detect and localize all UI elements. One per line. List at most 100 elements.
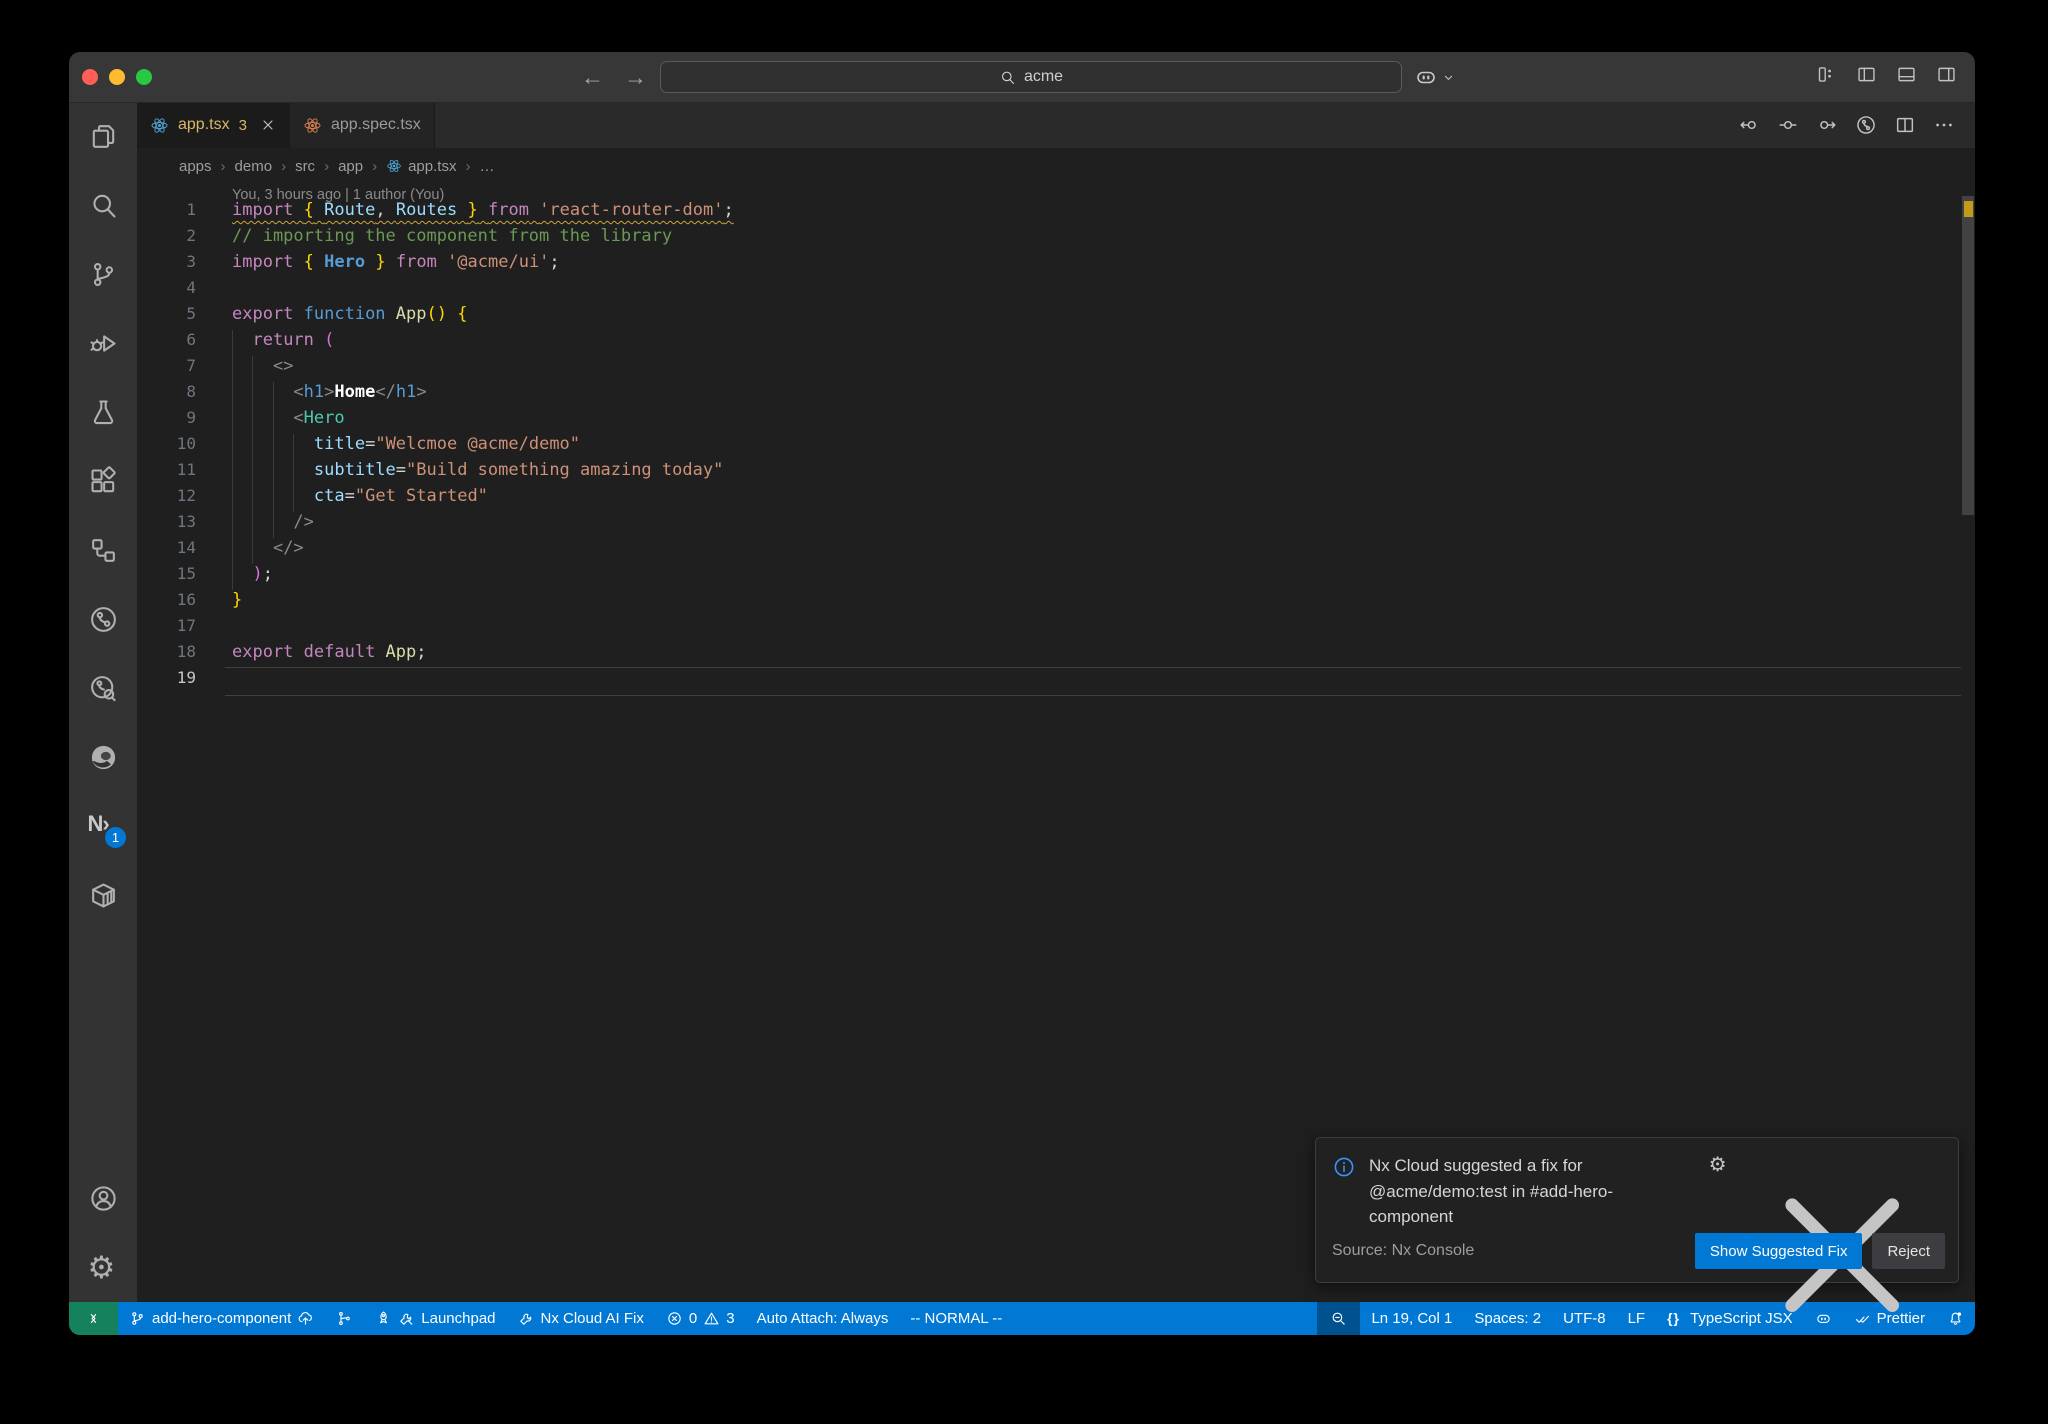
code-line-1: import { Route, Routes } from 'react-rou… bbox=[232, 200, 734, 220]
problems-badge: 3 bbox=[238, 116, 247, 134]
activity-edge-devtools[interactable] bbox=[69, 723, 137, 792]
chevron-right-icon: › bbox=[324, 157, 330, 175]
previous-change-button[interactable] bbox=[1738, 114, 1760, 136]
panel-left-icon bbox=[1856, 64, 1877, 85]
breadcrumb-item-apps[interactable]: apps bbox=[179, 158, 212, 175]
indent-guide bbox=[232, 330, 233, 356]
statusbar-nx-cloud-ai-fix[interactable]: Nx Cloud AI Fix bbox=[507, 1302, 655, 1335]
tools-icon bbox=[398, 1310, 415, 1327]
activity-gitlens-inspect[interactable] bbox=[69, 654, 137, 723]
tab-app.tsx[interactable]: app.tsx 3 bbox=[137, 102, 290, 148]
breadcrumb-item-demo[interactable]: demo bbox=[235, 158, 273, 175]
line-number-13: 13 bbox=[176, 512, 196, 531]
line-number-16: 16 bbox=[176, 590, 196, 609]
indent-guide bbox=[232, 408, 233, 434]
toggle-panel-button[interactable] bbox=[1896, 64, 1917, 90]
scrollbar-slider[interactable] bbox=[1962, 196, 1974, 515]
indent-guide bbox=[232, 382, 233, 408]
indent-guide bbox=[293, 434, 295, 460]
cloud-upload-icon bbox=[297, 1310, 314, 1327]
activity-gitlens[interactable] bbox=[69, 585, 137, 654]
statusbar-commit-graph[interactable] bbox=[325, 1302, 364, 1335]
gear-icon: ⚙ bbox=[87, 1250, 116, 1285]
gitlens-graph-button[interactable] bbox=[1855, 114, 1877, 136]
chevron-down-icon[interactable] bbox=[1441, 70, 1456, 85]
code-line-8: <h1>Home</h1> bbox=[232, 382, 427, 408]
gitlens-search-icon bbox=[88, 673, 119, 704]
indent-guide bbox=[272, 382, 274, 408]
indent-guide bbox=[232, 512, 233, 538]
indent-guide bbox=[252, 486, 254, 512]
split-editor-button[interactable] bbox=[1894, 114, 1916, 136]
code-line-14: </> bbox=[232, 538, 304, 564]
activity-testing[interactable] bbox=[69, 378, 137, 447]
activity-explorer[interactable] bbox=[69, 102, 137, 171]
error-icon bbox=[666, 1310, 683, 1327]
command-center-search[interactable]: acme bbox=[660, 61, 1402, 93]
activity-remote-explorer[interactable] bbox=[69, 516, 137, 585]
account-icon bbox=[88, 1183, 119, 1214]
code-editor[interactable]: You, 3 hours ago | 1 author (You) 1 impor… bbox=[137, 184, 1961, 1302]
tab-app.spec.tsx[interactable]: app.spec.tsx bbox=[289, 102, 435, 148]
next-change-button[interactable] bbox=[1816, 114, 1838, 136]
activity-nx-console[interactable]: N› 1 bbox=[69, 792, 137, 861]
indent-guide bbox=[293, 486, 295, 512]
statusbar-remote-indicator[interactable] bbox=[69, 1302, 118, 1335]
extensions-icon bbox=[88, 466, 119, 497]
copilot-icon[interactable] bbox=[1414, 65, 1438, 89]
activity-accounts[interactable] bbox=[69, 1164, 137, 1233]
statusbar-problems[interactable]: 03 bbox=[655, 1302, 746, 1335]
reject-button[interactable]: Reject bbox=[1872, 1233, 1945, 1269]
line-number-9: 9 bbox=[186, 408, 196, 427]
branch-icon bbox=[88, 259, 119, 290]
activity-bar: N› 1 ⚙ bbox=[69, 102, 137, 1302]
code-line-7: <> bbox=[232, 356, 293, 382]
toggle-primary-sidebar-button[interactable] bbox=[1856, 64, 1877, 90]
notification-source: Source: Nx Console bbox=[1332, 1242, 1475, 1259]
navigate-back-button[interactable]: ← bbox=[581, 64, 604, 91]
activity-extensions[interactable] bbox=[69, 447, 137, 516]
activity-source-control[interactable] bbox=[69, 240, 137, 309]
notification-settings-gear-icon[interactable]: ⚙ bbox=[1709, 1155, 1727, 1175]
activity-run-and-debug[interactable] bbox=[69, 309, 137, 378]
panel-bottom-icon bbox=[1896, 64, 1917, 85]
editor-scrollbar[interactable] bbox=[1961, 184, 1975, 1302]
code-line-13: /> bbox=[232, 512, 314, 538]
statusbar-text: Launchpad bbox=[421, 1310, 496, 1327]
line-number-8: 8 bbox=[186, 382, 196, 401]
code-line-15: ); bbox=[232, 564, 273, 590]
statusbar-auto-attach[interactable]: Auto Attach: Always bbox=[746, 1302, 900, 1335]
breadcrumb-item-app[interactable]: app bbox=[338, 158, 363, 175]
tab-label: app.spec.tsx bbox=[330, 116, 421, 133]
breadcrumb-item-src[interactable]: src bbox=[295, 158, 315, 175]
statusbar-vim-mode[interactable]: -- NORMAL -- bbox=[899, 1302, 1013, 1335]
indent-guide bbox=[252, 434, 254, 460]
customize-layout-button[interactable] bbox=[1816, 64, 1837, 90]
react-icon bbox=[386, 158, 402, 174]
graph-icon bbox=[336, 1310, 353, 1327]
debug-icon bbox=[88, 328, 119, 359]
close-tab-icon[interactable] bbox=[260, 117, 276, 133]
activity-settings[interactable]: ⚙ bbox=[69, 1233, 137, 1302]
zoom-window-button[interactable] bbox=[136, 69, 152, 85]
breadcrumb-item-…[interactable]: … bbox=[479, 158, 494, 175]
statusbar-gitlens-launchpad[interactable]: Launchpad bbox=[364, 1302, 506, 1335]
show-suggested-fix-button[interactable]: Show Suggested Fix bbox=[1694, 1233, 1863, 1269]
code-line-16: } bbox=[232, 590, 243, 610]
panel-right-icon bbox=[1936, 64, 1957, 85]
indent-guide bbox=[272, 408, 274, 434]
statusbar-text: Nx Cloud AI Fix bbox=[540, 1310, 644, 1327]
activity-search[interactable] bbox=[69, 171, 137, 240]
statusbar-git-branch[interactable]: add-hero-component bbox=[118, 1302, 325, 1335]
activity-containers[interactable] bbox=[69, 861, 137, 930]
line-number-17: 17 bbox=[176, 616, 196, 635]
breadcrumb-item-app.tsx[interactable]: app.tsx bbox=[386, 158, 456, 175]
react-icon bbox=[150, 116, 169, 135]
minimize-window-button[interactable] bbox=[109, 69, 125, 85]
current-change-button[interactable] bbox=[1777, 114, 1799, 136]
toggle-secondary-sidebar-button[interactable] bbox=[1936, 64, 1957, 90]
more-actions-button[interactable] bbox=[1933, 114, 1955, 136]
line-number-12: 12 bbox=[176, 486, 196, 505]
close-window-button[interactable] bbox=[82, 69, 98, 85]
navigate-forward-button[interactable]: → bbox=[624, 64, 647, 91]
